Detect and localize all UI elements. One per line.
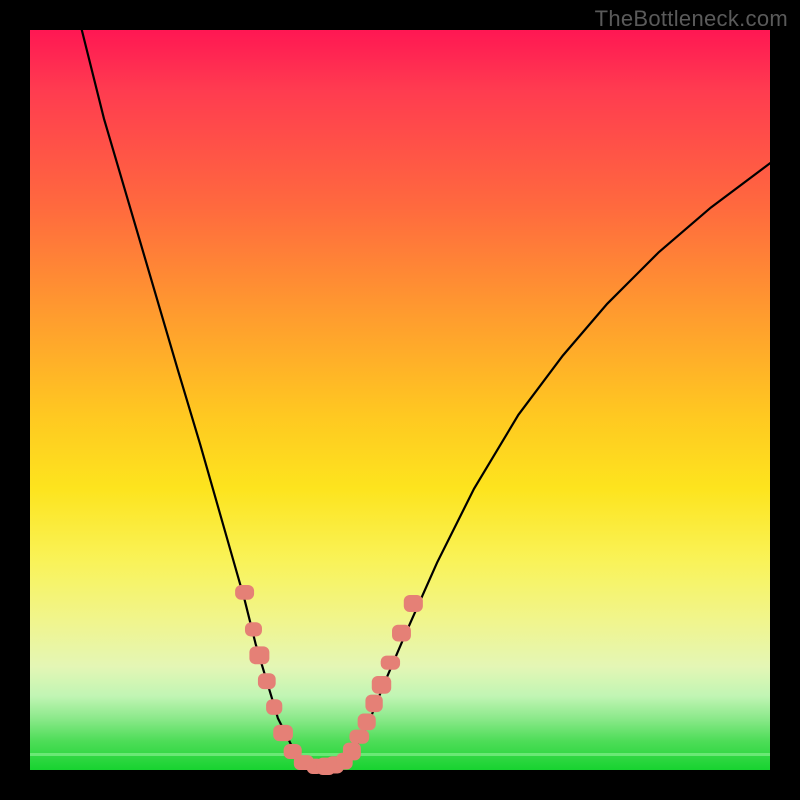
marker-group: [235, 585, 423, 775]
right-cluster-marker: [343, 743, 361, 761]
right-cluster-marker: [358, 714, 376, 731]
plot-area: [30, 30, 770, 770]
left-cluster-marker: [258, 673, 276, 689]
right-cluster-marker: [372, 676, 391, 694]
left-cluster-marker: [273, 725, 293, 741]
right-cluster-marker: [381, 656, 400, 670]
right-cluster-marker: [404, 595, 423, 612]
bottleneck-curve: [82, 30, 770, 769]
left-cluster-marker: [266, 699, 282, 715]
watermark-text: TheBottleneck.com: [595, 6, 788, 32]
curve-layer: [30, 30, 770, 770]
chart-frame: TheBottleneck.com: [0, 0, 800, 800]
right-cluster-marker: [365, 695, 382, 713]
right-cluster-marker: [392, 625, 411, 642]
left-cluster-marker: [245, 622, 262, 636]
right-cluster-marker: [349, 730, 369, 744]
curve-group: [82, 30, 770, 769]
left-cluster-marker: [235, 585, 254, 600]
left-cluster-marker: [249, 646, 269, 664]
